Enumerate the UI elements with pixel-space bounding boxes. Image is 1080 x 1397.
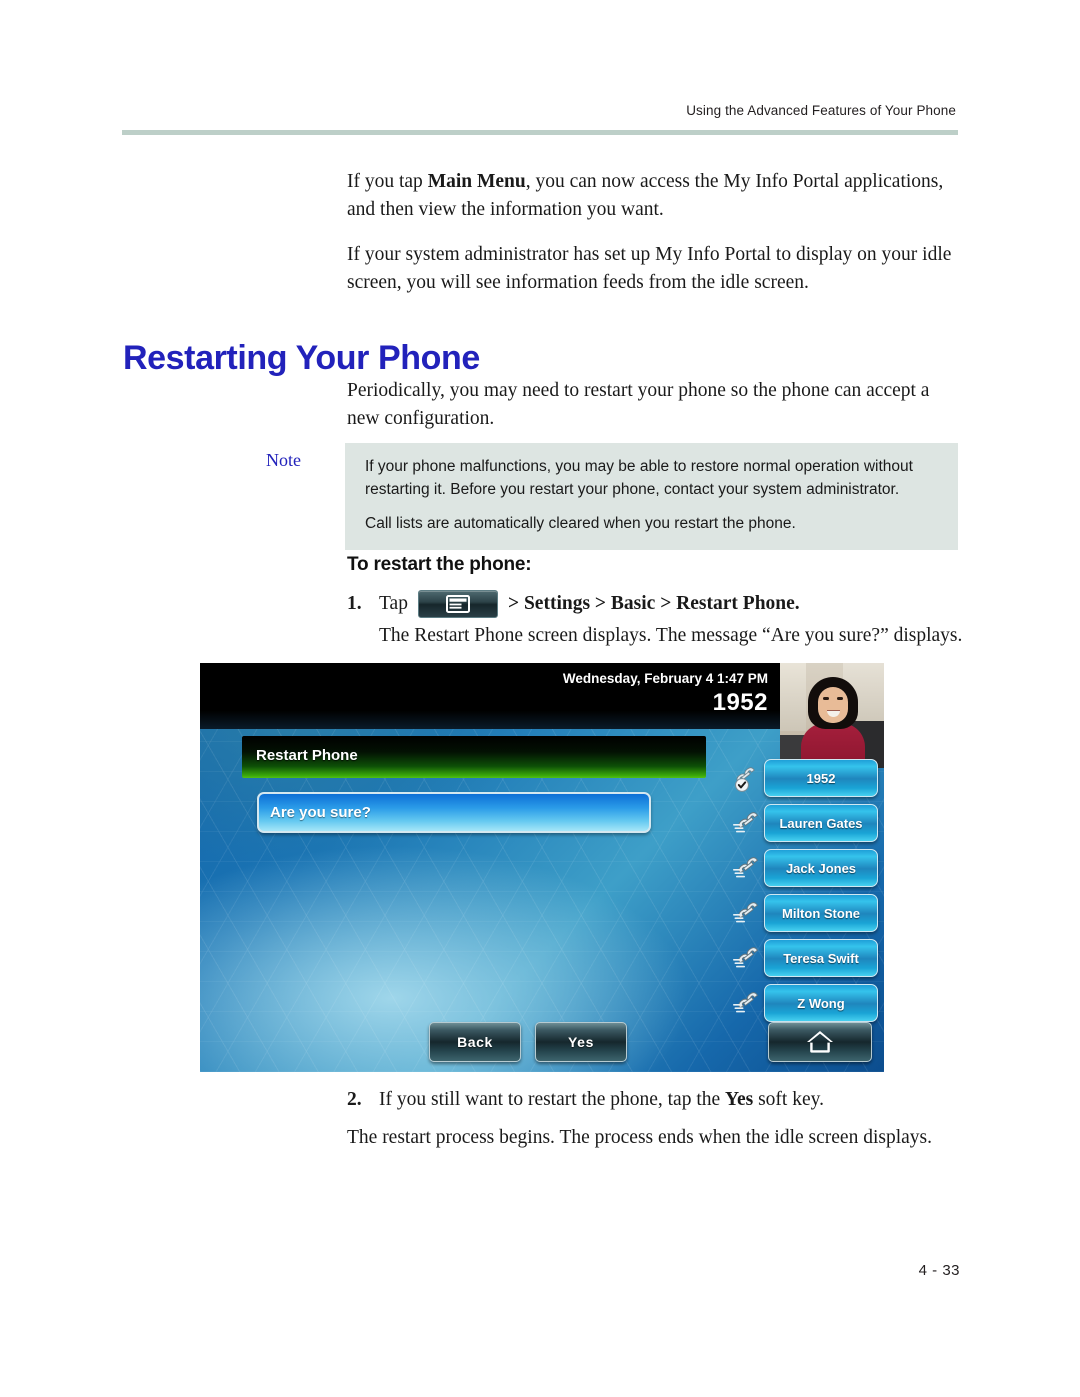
soft-key-bar: Back Yes bbox=[200, 1022, 884, 1066]
note-line-2: Call lists are automatically cleared whe… bbox=[365, 515, 796, 532]
header-rule bbox=[122, 130, 958, 135]
note-body: If your phone malfunctions, you may be a… bbox=[345, 443, 958, 550]
page-title: Restarting Your Phone bbox=[123, 338, 480, 377]
main-menu-icon[interactable] bbox=[417, 590, 498, 618]
phone-screenshot: Wednesday, February 4 1:47 PM 1952 Resta… bbox=[200, 663, 884, 1072]
procedure-title: To restart the phone: bbox=[347, 554, 532, 575]
step-2-detail: The restart process begins. The process … bbox=[347, 1127, 933, 1148]
line-key-5[interactable]: Z Wong bbox=[732, 984, 878, 1022]
status-extension: 1952 bbox=[712, 689, 768, 716]
step-1-row: 1. Tap > Settings > Basic > Restart Phon… bbox=[347, 590, 967, 618]
line-key-button-1[interactable]: Lauren Gates bbox=[764, 804, 878, 842]
page-number: 4 - 33 bbox=[918, 1262, 960, 1279]
intro-paragraph-1: If you tap Main Menu, you can now access… bbox=[347, 168, 963, 224]
line-key-button-4[interactable]: Teresa Swift bbox=[764, 939, 878, 977]
line-key-1[interactable]: Lauren Gates bbox=[732, 804, 878, 842]
intro-paragraph-2: If your system administrator has set up … bbox=[347, 244, 952, 293]
step-2-row: 2. If you still want to restart the phon… bbox=[347, 1086, 967, 1114]
handset-icon bbox=[732, 988, 766, 1018]
line-key-label-2: Jack Jones bbox=[785, 860, 857, 876]
line-key-2[interactable]: Jack Jones bbox=[732, 849, 878, 887]
line-key-label-1: Lauren Gates bbox=[779, 815, 863, 831]
section-intro-block: Periodically, you may need to restart yo… bbox=[347, 377, 963, 450]
step-2-text-post: soft key. bbox=[753, 1089, 824, 1110]
line-key-button-0[interactable]: 1952 bbox=[764, 759, 878, 797]
line-key-button-5[interactable]: Z Wong bbox=[764, 984, 878, 1022]
handset-icon bbox=[732, 853, 766, 883]
soft-key-back-label: Back bbox=[457, 1034, 493, 1050]
restart-phone-title-bar: Restart Phone bbox=[242, 736, 706, 778]
video-person-eye-right bbox=[837, 697, 843, 700]
soft-key-back[interactable]: Back bbox=[429, 1022, 521, 1062]
handset-icon bbox=[732, 808, 766, 838]
procedure-step-2: 2. If you still want to restart the phon… bbox=[347, 1086, 967, 1152]
phone-status-bar: Wednesday, February 4 1:47 PM 1952 bbox=[200, 663, 780, 729]
line-key-4[interactable]: Teresa Swift bbox=[732, 939, 878, 977]
line-key-label-3: Milton Stone bbox=[782, 905, 860, 921]
line-key-label-5: Z Wong bbox=[797, 995, 845, 1011]
status-datetime: Wednesday, February 4 1:47 PM bbox=[562, 671, 768, 686]
intro-p1-bold: Main Menu bbox=[427, 171, 526, 192]
note-callout: Note If your phone malfunctions, you may… bbox=[266, 443, 958, 550]
line-key-list: 1952 Lauren Gates Jack Jones Milton Ston… bbox=[732, 759, 878, 1029]
line-key-label-0: 1952 bbox=[806, 770, 836, 786]
soft-key-yes-label: Yes bbox=[568, 1034, 594, 1050]
line-key-3[interactable]: Milton Stone bbox=[732, 894, 878, 932]
step-1-detail: The Restart Phone screen displays. The m… bbox=[379, 625, 963, 646]
step-1-text-after: > Settings > Basic > Restart Phone. bbox=[507, 593, 800, 614]
running-header: Using the Advanced Features of Your Phon… bbox=[686, 103, 956, 118]
line-key-button-2[interactable]: Jack Jones bbox=[764, 849, 878, 887]
step-2-text: If you still want to restart the phone, … bbox=[379, 1086, 824, 1114]
handset-icon bbox=[732, 898, 766, 928]
step-1-text-before: Tap bbox=[379, 593, 408, 614]
confirm-prompt-bar[interactable]: Are you sure? bbox=[257, 792, 651, 833]
section-intro-paragraph: Periodically, you may need to restart yo… bbox=[347, 380, 930, 429]
intro-block: If you tap Main Menu, you can now access… bbox=[347, 168, 963, 314]
procedure-step-1: 1. Tap > Settings > Basic > Restart Phon… bbox=[347, 590, 967, 650]
video-wall-panel bbox=[780, 663, 806, 731]
line-key-label-4: Teresa Swift bbox=[783, 950, 859, 966]
step-2-text-pre: If you still want to restart the phone, … bbox=[379, 1089, 726, 1110]
restart-phone-title-label: Restart Phone bbox=[256, 747, 358, 764]
handset-registered-icon bbox=[732, 763, 766, 793]
step-2-text-bold: Yes bbox=[725, 1089, 754, 1110]
note-line-1: If your phone malfunctions, you may be a… bbox=[365, 458, 913, 498]
line-key-button-3[interactable]: Milton Stone bbox=[764, 894, 878, 932]
soft-key-yes[interactable]: Yes bbox=[535, 1022, 627, 1062]
step-2-number: 2. bbox=[347, 1089, 362, 1110]
note-label: Note bbox=[266, 450, 301, 470]
confirm-prompt-label: Are you sure? bbox=[270, 804, 371, 821]
handset-icon bbox=[732, 943, 766, 973]
soft-key-home[interactable] bbox=[768, 1022, 872, 1062]
video-thumbnail bbox=[780, 663, 884, 768]
video-person-eye-left bbox=[823, 697, 829, 700]
video-person-face bbox=[818, 687, 848, 723]
line-key-0[interactable]: 1952 bbox=[732, 759, 878, 797]
step-1-number: 1. bbox=[347, 593, 362, 614]
home-icon bbox=[804, 1028, 836, 1057]
intro-p1-pre: If you tap bbox=[347, 171, 428, 192]
